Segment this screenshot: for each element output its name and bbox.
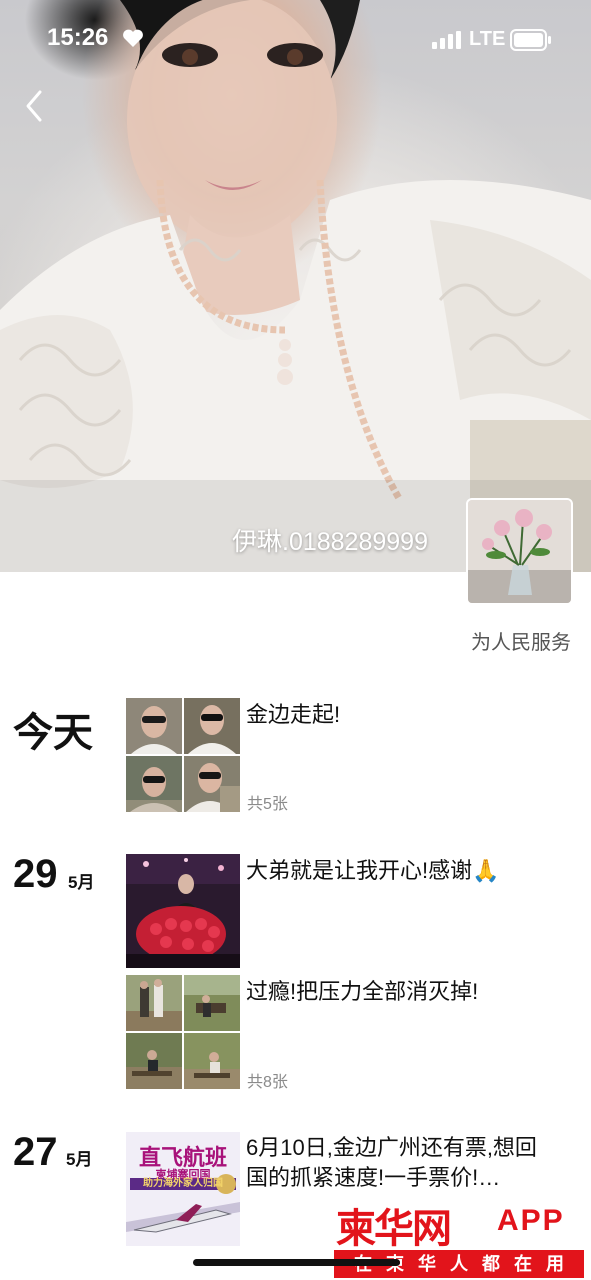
- date-month: 5月: [66, 1150, 93, 1169]
- avatar-image: [468, 500, 571, 603]
- post-thumb[interactable]: [184, 975, 240, 1031]
- poster-tagline: 助力海外家人归国: [143, 1178, 223, 1189]
- post-thumb[interactable]: [126, 854, 240, 968]
- post-thumb[interactable]: [126, 1033, 182, 1089]
- post-text: 大弟就是让我开心!感谢🙏: [246, 858, 500, 883]
- post-thumb[interactable]: [126, 975, 182, 1031]
- signature: 为人民服务: [471, 632, 571, 654]
- date-day: 29: [13, 852, 58, 896]
- date-day: 27: [13, 1130, 58, 1174]
- signal-icon: [432, 31, 461, 49]
- post-text: 过瘾!把压力全部消灭掉!: [246, 979, 479, 1004]
- back-button[interactable]: [18, 86, 54, 126]
- post-thumb[interactable]: [184, 1033, 240, 1089]
- post-thumb[interactable]: [126, 756, 182, 812]
- post-text: 金边走起!: [246, 702, 341, 727]
- home-indicator[interactable]: [193, 1259, 400, 1266]
- date-month: 5月: [68, 873, 95, 892]
- post-thumb[interactable]: 直飞航班 柬埔寨回国 助力海外家人归国: [126, 1132, 240, 1246]
- avatar[interactable]: [466, 498, 573, 605]
- chevron-left-icon: [26, 90, 42, 122]
- photo-count: 共8张: [247, 1074, 288, 1091]
- date-label: 今天: [13, 711, 93, 755]
- post-image-grid[interactable]: [126, 698, 240, 812]
- photo-count: 共5张: [247, 796, 288, 813]
- post-thumb[interactable]: [184, 698, 240, 754]
- heart-icon: [123, 29, 143, 47]
- watermark-logo: 柬华网: [336, 1207, 452, 1251]
- battery-icon: [510, 29, 551, 51]
- cover-photo[interactable]: 15:26 LTE 伊琳.0188289999: [0, 0, 591, 572]
- post-thumb[interactable]: [126, 698, 182, 754]
- post-thumb[interactable]: [184, 756, 240, 812]
- cover-photo-art: [0, 0, 591, 572]
- post-text: 6月10日,金边广州还有票,想回国的抓紧速度!一手票价!…: [246, 1135, 537, 1190]
- owner-name: 伊琳.0188289999: [232, 528, 428, 556]
- status-time: 15:26: [47, 24, 109, 51]
- watermark-app: APP: [497, 1204, 565, 1237]
- post-image-grid[interactable]: [126, 975, 240, 1089]
- network-type: LTE: [469, 28, 506, 50]
